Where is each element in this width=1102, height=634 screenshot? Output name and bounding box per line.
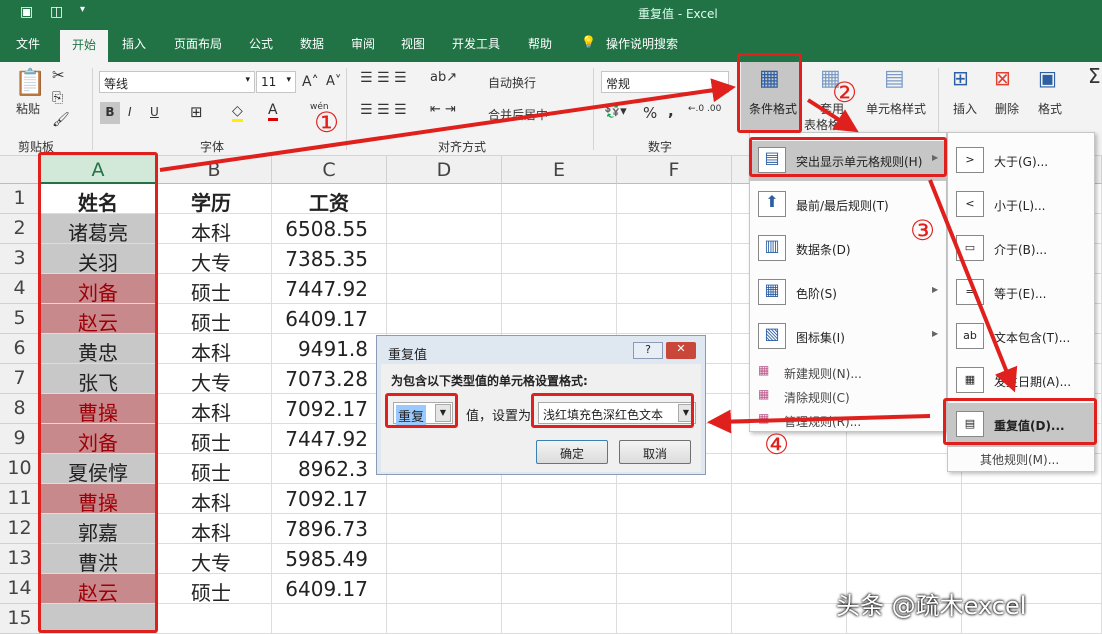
arrow-3 xyxy=(930,180,1012,385)
annotation-step-1: ① xyxy=(314,106,339,139)
arrow-1 xyxy=(160,88,728,170)
annotation-arrows xyxy=(0,0,1102,634)
annotation-step-3: ③ xyxy=(910,214,935,247)
annotation-step-4: ④ xyxy=(764,428,789,461)
arrow-4 xyxy=(715,416,930,422)
watermark: 头条 @疏木excel xyxy=(836,586,1026,621)
annotation-step-2: ② xyxy=(832,76,857,109)
